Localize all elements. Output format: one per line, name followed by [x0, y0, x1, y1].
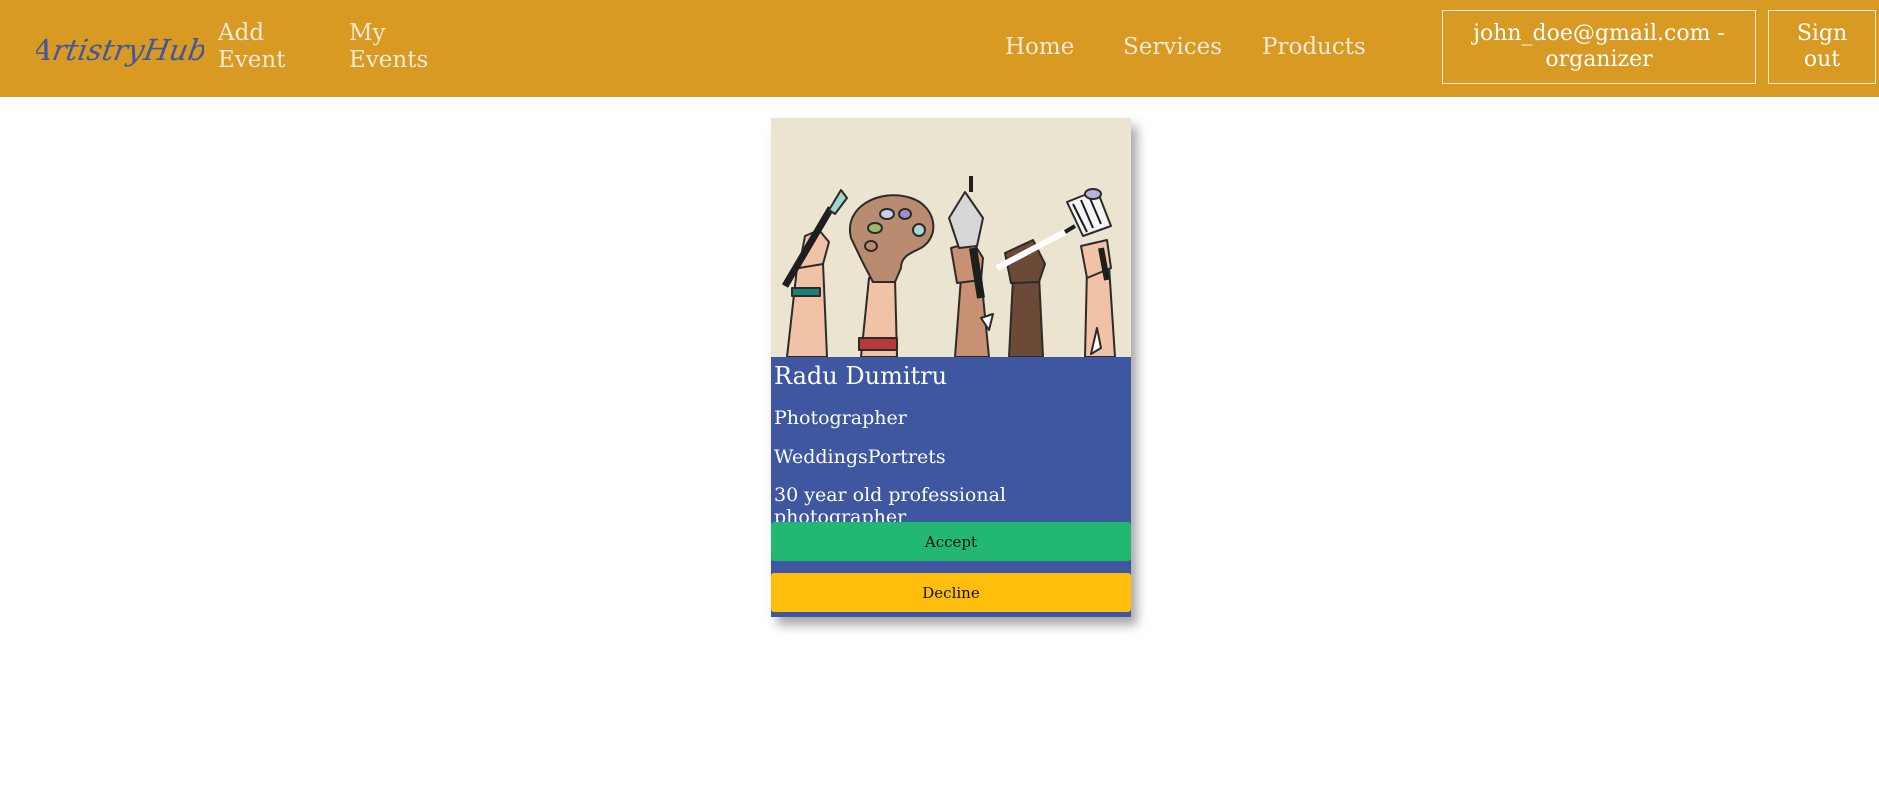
- navbar: ArtistryHub Add Event My Events Home Ser…: [0, 0, 1879, 97]
- card-image: [771, 118, 1131, 357]
- logo-text: ArtistryHub: [36, 33, 204, 67]
- artistryhub-logo[interactable]: ArtistryHub: [36, 26, 204, 70]
- artist-card: Radu Dumitru Photographer WeddingsPortre…: [771, 118, 1131, 617]
- artists-illustration-icon: [771, 118, 1131, 357]
- user-account-button[interactable]: john_doe@gmail.com - organizer: [1442, 10, 1756, 84]
- nav-my-events[interactable]: My Events: [349, 20, 439, 74]
- nav-add-event[interactable]: Add Event: [218, 20, 308, 74]
- decline-button[interactable]: Decline: [771, 573, 1131, 612]
- sign-out-button[interactable]: Sign out: [1768, 10, 1876, 84]
- nav-services[interactable]: Services: [1123, 34, 1222, 61]
- artist-tags: WeddingsPortrets: [774, 446, 946, 468]
- artist-role: Photographer: [774, 407, 907, 429]
- accept-button[interactable]: Accept: [771, 522, 1131, 561]
- nav-home[interactable]: Home: [1005, 34, 1074, 61]
- artist-name: Radu Dumitru: [774, 362, 948, 390]
- nav-products[interactable]: Products: [1262, 34, 1366, 61]
